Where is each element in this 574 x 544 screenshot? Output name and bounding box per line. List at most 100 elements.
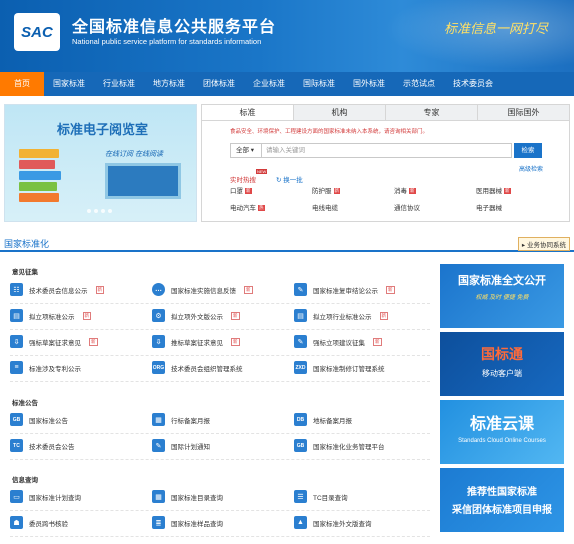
service-link[interactable]: ▦ 国家标准目录查询 [152,490,223,503]
service-row: TC 技术委员会公告 ✎ 国际计划通知 GB 国家标准化业务管理平台 [10,436,430,460]
zxd-icon: ZXD [294,361,307,374]
nav-enterprise-standards[interactable]: 企业标准 [244,72,294,96]
service-link[interactable]: ZXD 国家标准制修订管理系统 [294,361,385,374]
service-link[interactable]: ☰ TC目录查询 [294,490,348,503]
nav-demo-pilots[interactable]: 示范试点 [394,72,444,96]
tab-experts[interactable]: 专家 [386,105,478,120]
service-link[interactable]: GB 国家标准化业务管理平台 [294,439,385,452]
grid-icon: ▦ [152,490,165,503]
service-link[interactable]: ▤ 拟立项行业标准公示新 [294,309,388,322]
refresh-hot-button[interactable]: ↻ 换一批 [276,174,303,184]
service-link[interactable]: ⚙ 拟立项外文版公示新 [152,309,240,322]
service-row: GB 国家标准公告 ▦ 行标备案月报 DB 地标备案月报 [10,410,430,434]
document-icon: ▤ [10,309,23,322]
carousel-dots[interactable] [87,209,112,213]
group-title-opinion: 意见征集 [12,269,38,276]
hot-search-label: 实时热搜 [230,177,256,184]
hot-item[interactable]: 电动汽车热 [230,202,312,212]
ad-guobiaotong-app[interactable]: 国标通 移动客户端 [440,332,564,396]
service-link[interactable]: GB 国家标准公告 [10,413,68,426]
tab-organizations[interactable]: 机构 [294,105,386,120]
service-link[interactable]: ≣ 国家标准样品查询 [152,516,223,529]
nav-home[interactable]: 首页 [0,72,44,96]
hot-item[interactable]: 通信协议 [394,202,476,212]
banner-title: 标准电子阅览室 [57,122,149,137]
service-link[interactable]: ☷ 技术委员会信息公示新 [10,283,104,296]
national-standardization-header: 国家标准化 ▸ 业务协同系统 [0,234,574,252]
hot-item[interactable]: 电线电缆 [312,202,394,212]
service-link[interactable]: ✎ 国家标准复审结论公示新 [294,283,395,296]
service-link[interactable]: ORG 技术委员会组织管理系统 [152,361,243,374]
ad-subtitle: 权威 及时 便捷 免费 [475,295,529,301]
laptop-illustration [105,163,181,199]
service-link[interactable]: ✎ 国际计划通知 [152,439,210,452]
nav-international-standards[interactable]: 国际标准 [294,72,344,96]
cooperate-system-button[interactable]: ▸ 业务协同系统 [517,237,570,251]
slogan: 标准信息一网打尽 [443,22,548,37]
ad-subtitle: Standards Cloud Online Courses [458,438,546,444]
member-icon: ☗ [10,516,23,529]
logo-text: SAC [21,23,53,41]
plan-icon: ✎ [152,439,165,452]
service-link[interactable]: ≡ 标准涉及专利公示 [10,361,81,374]
ad-subtitle: 采信团体标准项目申报 [452,505,552,516]
service-link[interactable]: DB 地标备案月报 [294,413,352,426]
sac-logo[interactable]: SAC [14,13,60,51]
gb-platform-icon: GB [294,439,307,452]
ad-cloud-courses[interactable]: 标准云课 Standards Cloud Online Courses [440,400,564,464]
service-link[interactable]: TC 技术委员会公告 [10,439,75,452]
committee-icon: ☷ [10,283,23,296]
nav-local-standards[interactable]: 地方标准 [144,72,194,96]
search-row: 全部 ▾ 请输入关键词 检索 [230,143,542,158]
refresh-label: 换一批 [283,177,303,184]
section-title: 国家标准化 [4,239,50,249]
nav-group-standards[interactable]: 团体标准 [194,72,244,96]
ad-title: 推荐性国家标准 [467,487,537,498]
nav-tech-committees[interactable]: 技术委员会 [444,72,502,96]
database-icon: ≣ [152,516,165,529]
hot-item[interactable]: 口罩新 [230,185,312,195]
tc-icon: TC [10,439,23,452]
service-link[interactable]: ☗ 委员跨书核验 [10,516,68,529]
ad-subtitle: 移动客户端 [482,369,522,378]
site-title: 全国标准信息公共服务平台 [72,19,277,36]
tab-international[interactable]: 国际国外 [478,105,569,120]
feedback-icon: … [152,283,165,296]
service-link[interactable]: ▦ 行标备案月报 [152,413,210,426]
service-link[interactable]: ▲ 国家标准外文版查询 [294,516,372,529]
hot-item[interactable]: 消毒新 [394,185,476,195]
advanced-search-link[interactable]: 高级检索 [519,164,543,173]
reading-room-banner[interactable]: 标准电子阅览室 在线订阅 在线阅读 [4,104,197,222]
search-tabs: 标准 机构 专家 国际国外 [202,105,569,121]
search-panel: 标准 机构 专家 国际国外 食品安全、环境保护、工程建设方面的国家标准未纳入本系… [201,104,570,222]
tab-standards[interactable]: 标准 [202,105,294,120]
service-row: ⇩ 强标草案征求意见新 ⇩ 推标草案征求意见新 ✎ 强标立项建议征集新 [10,332,430,356]
ad-group-standard-adoption[interactable]: 推荐性国家标准 采信团体标准项目申报 [440,468,564,532]
nav-national-standards[interactable]: 国家标准 [44,72,94,96]
nav-industry-standards[interactable]: 行业标准 [94,72,144,96]
hot-item[interactable]: 医用器械新 [476,185,558,195]
service-link[interactable]: ▭ 国家标准计划查询 [10,490,81,503]
hot-new-badge: NEW [256,169,268,174]
service-link[interactable]: ⇩ 推标草案征求意见新 [152,335,240,348]
hot-item[interactable]: 电子器械 [476,202,558,212]
service-row: ≡ 标准涉及专利公示 ORG 技术委员会组织管理系统 ZXD 国家标准制修订管理系统 [10,358,430,382]
main-nav: 首页 国家标准 行业标准 地方标准 团体标准 企业标准 国际标准 国外标准 示范… [0,72,574,96]
hot-item[interactable]: 防护服新 [312,185,394,195]
translate-icon: ⚙ [152,309,165,322]
search-input[interactable]: 请输入关键词 [262,143,512,158]
ad-full-text-public[interactable]: 国家标准全文公开 权威 及时 便捷 免费 [440,264,564,328]
service-link[interactable]: ▤ 拟立项标准公示新 [10,309,91,322]
banner-subtitle: 在线订阅 在线阅读 [105,151,163,158]
db-icon: DB [294,413,307,426]
service-link[interactable]: … 国家标准实施信息反馈新 [152,283,253,296]
review-icon: ✎ [294,283,307,296]
search-notice: 食品安全、环境保护、工程建设方面的国家标准未纳入本系统，请咨询相关部门。 [230,129,429,135]
service-link[interactable]: ⇩ 强标草案征求意见新 [10,335,98,348]
site-subtitle: National public service platform for sta… [72,37,262,46]
service-link[interactable]: ✎ 强标立项建议征集新 [294,335,382,348]
patent-icon: ≡ [10,361,23,374]
scope-select[interactable]: 全部 ▾ [230,143,262,158]
nav-foreign-standards[interactable]: 国外标准 [344,72,394,96]
search-button[interactable]: 检索 [514,143,542,158]
